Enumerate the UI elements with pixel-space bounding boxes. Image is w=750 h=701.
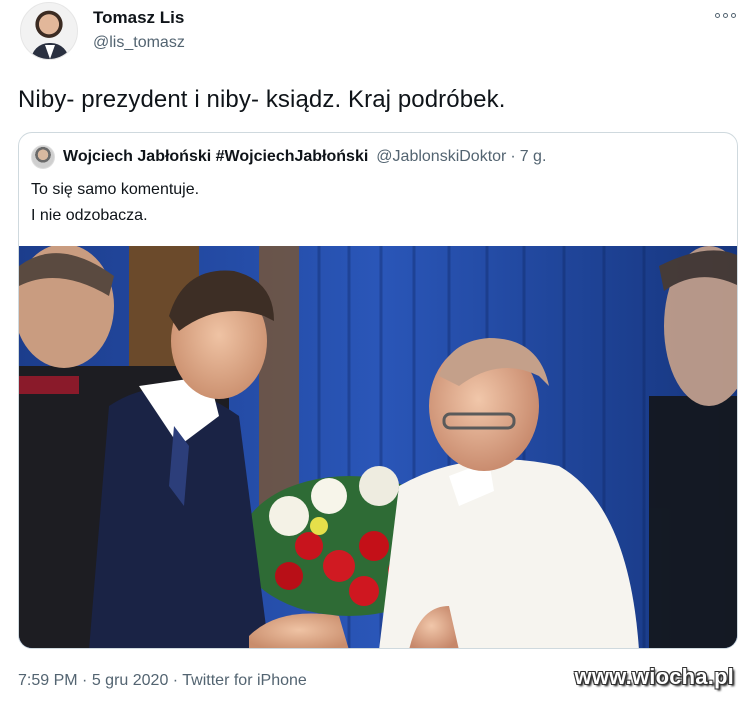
watermark: www.wiocha.pl: [574, 664, 734, 689]
quoted-author-handle: @JablonskiDoktor: [376, 148, 507, 165]
tweet-text: Niby- prezydent i niby- ksiądz. Kraj pod…: [18, 86, 506, 113]
quoted-author-avatar: [31, 145, 55, 169]
tweet-header: Tomasz Lis @lis_tomasz: [18, 0, 738, 66]
tweet-source[interactable]: Twitter for iPhone: [182, 672, 307, 689]
quoted-author-name: Wojciech Jabłoński #WojciechJabłoński: [63, 148, 369, 165]
separator-dot: ·: [172, 672, 179, 689]
quoted-tweet-header: Wojciech Jabłoński #WojciechJabłoński @J…: [31, 145, 546, 169]
quoted-tweet-line-1: To się samo komentuje.: [31, 181, 200, 198]
more-options-icon[interactable]: [712, 8, 738, 22]
author-name[interactable]: Tomasz Lis: [93, 8, 184, 28]
quoted-tweet-text: To się samo komentuje. I nie odzobacza.: [31, 177, 199, 229]
quoted-tweet-line-2: I nie odzobacza.: [31, 207, 148, 224]
separator-dot: ·: [82, 672, 88, 689]
tweet-date[interactable]: 5 gru 2020: [92, 672, 169, 689]
tweet-metadata: 7:59 PM · 5 gru 2020 · Twitter for iPhon…: [18, 672, 307, 690]
tweet-photo[interactable]: [19, 246, 737, 648]
quoted-tweet-time: 7 g.: [519, 148, 547, 165]
author-avatar[interactable]: [20, 2, 78, 60]
tweet-time[interactable]: 7:59 PM: [18, 672, 78, 689]
quoted-tweet-card[interactable]: Wojciech Jabłoński #WojciechJabłoński @J…: [18, 132, 738, 649]
separator-dot: ·: [510, 148, 516, 165]
author-handle[interactable]: @lis_tomasz: [93, 34, 185, 52]
